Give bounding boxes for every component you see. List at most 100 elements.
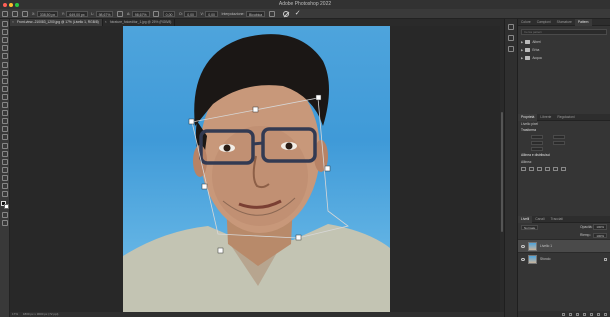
commit-transform-icon[interactable]: ✓ <box>295 10 301 17</box>
tab-regolazioni[interactable]: Regolazioni <box>554 114 577 121</box>
close-tab-icon[interactable]: × <box>12 19 14 26</box>
new-group-icon[interactable] <box>590 312 593 316</box>
blur-tool-icon[interactable] <box>2 126 8 133</box>
interpolation-select[interactable]: Bicubica <box>245 10 266 17</box>
tab-proprieta[interactable]: Proprietà <box>518 114 538 121</box>
align-right-icon[interactable] <box>537 167 542 171</box>
history-panel-icon[interactable] <box>508 24 514 30</box>
align-left-icon[interactable] <box>521 167 526 171</box>
tab-pattern[interactable]: Pattern <box>574 19 592 26</box>
dodge-tool-icon[interactable] <box>2 134 8 141</box>
home-icon[interactable] <box>2 10 8 17</box>
document-image[interactable] <box>123 26 390 312</box>
align-top-icon[interactable] <box>545 167 550 171</box>
gradient-tool-icon[interactable] <box>2 118 8 125</box>
expand-arrow-icon[interactable]: ▶ <box>521 54 523 62</box>
warp-icon[interactable] <box>268 10 275 17</box>
angle-field[interactable]: 0,00 <box>162 10 176 17</box>
y-position-field[interactable]: 649,00 px <box>66 10 88 17</box>
canvas-area[interactable] <box>10 26 502 312</box>
cancel-transform-icon[interactable] <box>282 10 289 17</box>
blend-mode-select[interactable]: Normale <box>521 224 539 230</box>
tab-document-2[interactable]: × fotrature_fotoeditor_1.jpg @ 25% (RGB/… <box>103 19 176 26</box>
healing-brush-tool-icon[interactable] <box>2 77 8 84</box>
zoom-level[interactable]: 17% <box>12 312 18 316</box>
transform-h-field[interactable] <box>531 141 543 146</box>
fx-icon[interactable] <box>569 312 572 316</box>
visibility-eye-icon[interactable] <box>521 244 525 248</box>
scrollbar-thumb[interactable] <box>501 112 503 232</box>
transform-y-field[interactable] <box>553 141 565 146</box>
tab-librerie[interactable]: Librerie <box>537 114 554 121</box>
adjustment-icon[interactable] <box>583 312 586 316</box>
quick-mask-icon[interactable] <box>2 212 8 219</box>
x-position-field[interactable]: 338,50 px <box>36 10 59 17</box>
hand-tool-icon[interactable] <box>2 174 8 181</box>
close-tab-icon[interactable]: × <box>105 19 107 26</box>
mask-icon[interactable] <box>576 312 579 316</box>
transform-tool-icon[interactable] <box>12 10 18 17</box>
frame-tool-icon[interactable] <box>2 61 8 68</box>
align-section-title[interactable]: Allinea e distribuisci <box>518 152 610 159</box>
tab-canali[interactable]: Canali <box>532 216 547 223</box>
type-tool-icon[interactable] <box>2 150 8 157</box>
layer-row[interactable]: Sfondo <box>518 252 610 265</box>
actions-panel-icon[interactable] <box>508 35 514 41</box>
character-panel-icon[interactable] <box>508 46 514 52</box>
history-brush-tool-icon[interactable] <box>2 102 8 109</box>
screen-mode-icon[interactable] <box>2 220 8 227</box>
transform-w-field[interactable] <box>531 135 543 140</box>
pattern-search-input[interactable]: Cerca pattern <box>521 29 607 35</box>
height-field[interactable]: 98,67% <box>131 10 150 17</box>
fill-field[interactable]: 100% <box>593 232 607 238</box>
eyedropper-tool-icon[interactable] <box>2 69 8 76</box>
h-skew-field[interactable]: 0,00 <box>184 10 197 17</box>
eraser-tool-icon[interactable] <box>2 110 8 117</box>
layer-row[interactable]: Livello 1 <box>518 239 610 252</box>
trash-icon[interactable] <box>604 312 607 316</box>
marquee-tool-icon[interactable] <box>2 29 8 36</box>
expand-arrow-icon[interactable]: ▶ <box>521 38 523 46</box>
quick-selection-tool-icon[interactable] <box>2 45 8 52</box>
tab-campioni[interactable]: Campioni <box>534 19 554 26</box>
folder-item[interactable]: ▶ Erba <box>521 46 610 54</box>
clone-stamp-tool-icon[interactable] <box>2 93 8 100</box>
lasso-tool-icon[interactable] <box>2 37 8 44</box>
folder-icon <box>525 40 531 44</box>
align-center-icon[interactable] <box>529 167 534 171</box>
width-field[interactable]: 98,67% <box>95 10 114 17</box>
swatches-panel: Colore Campioni Sfumature Pattern Cerca … <box>517 19 610 114</box>
transform-section-title[interactable]: Trasforma <box>518 127 610 134</box>
tab-tracciati[interactable]: Tracciati <box>548 216 566 223</box>
v-skew-field[interactable]: 0,00 <box>205 10 218 17</box>
pen-tool-icon[interactable] <box>2 142 8 149</box>
link-layers-icon[interactable] <box>562 312 565 316</box>
visibility-eye-icon[interactable] <box>521 257 525 261</box>
transform-angle-field[interactable] <box>531 147 543 152</box>
opacity-field[interactable]: 100% <box>593 224 607 230</box>
folder-item[interactable]: ▶ Acqua <box>521 54 610 62</box>
align-bottom-icon[interactable] <box>561 167 566 171</box>
reference-point-icon[interactable] <box>22 10 28 17</box>
transform-x-field[interactable] <box>553 135 565 140</box>
align-middle-icon[interactable] <box>553 167 558 171</box>
folder-item[interactable]: ▶ Alberi <box>521 38 610 46</box>
crop-tool-icon[interactable] <box>2 53 8 60</box>
move-tool-icon[interactable] <box>2 21 8 28</box>
fill-label: Riemp.: <box>579 233 592 237</box>
tools-panel <box>0 19 10 317</box>
background-color-swatch[interactable] <box>4 204 9 210</box>
rectangle-tool-icon[interactable] <box>2 166 8 173</box>
color-swatches[interactable] <box>1 201 10 210</box>
tab-colore[interactable]: Colore <box>518 19 534 26</box>
tab-sfumature[interactable]: Sfumature <box>554 19 575 26</box>
more-tools-icon[interactable] <box>2 191 8 198</box>
tab-document-1[interactable]: × Front-view--210083_1200.jpg @ 17% (Liv… <box>10 19 103 26</box>
tab-livelli[interactable]: Livelli <box>518 216 533 223</box>
expand-arrow-icon[interactable]: ▶ <box>521 46 523 54</box>
path-selection-tool-icon[interactable] <box>2 158 8 165</box>
brush-tool-icon[interactable] <box>2 85 8 92</box>
new-layer-icon[interactable] <box>597 312 600 316</box>
link-icon[interactable] <box>116 10 123 17</box>
zoom-tool-icon[interactable] <box>2 182 8 189</box>
